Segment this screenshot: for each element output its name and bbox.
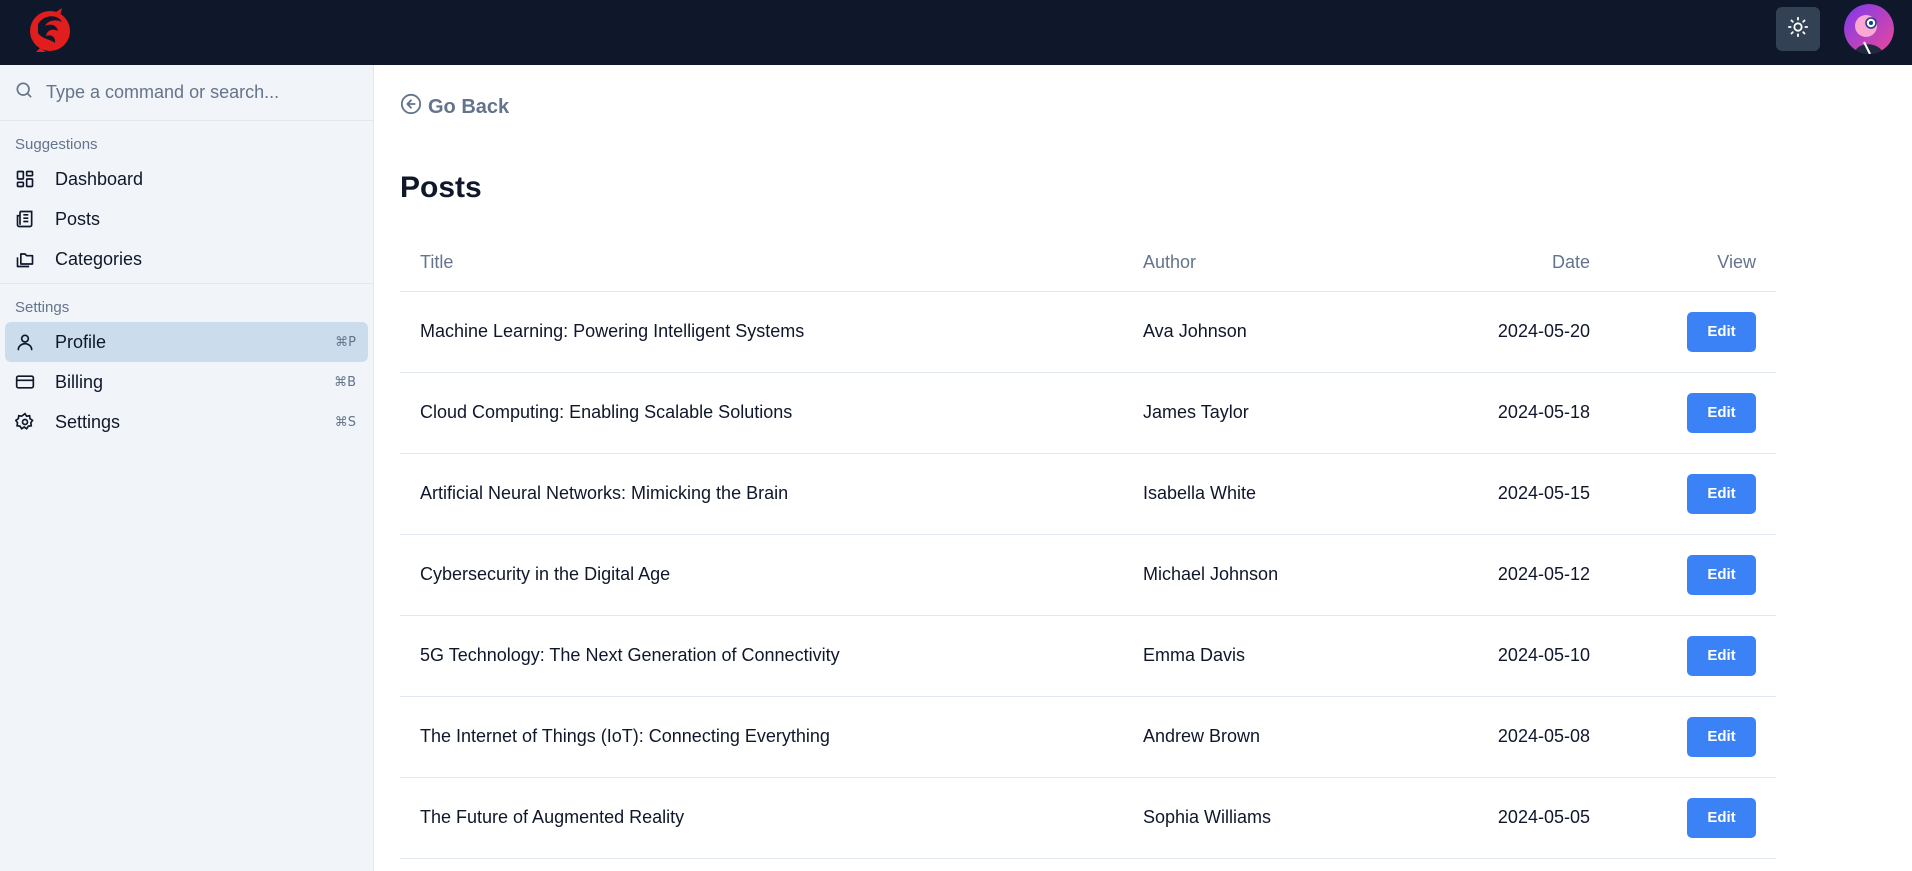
post-title-cell: Cloud Computing: Enabling Scalable Solut… <box>400 372 1123 454</box>
search-bar <box>0 65 373 121</box>
post-date-cell: 2024-05-08 <box>1413 696 1610 778</box>
sidebar-item-label: Settings <box>55 411 121 432</box>
arrow-left-circle-icon <box>400 93 422 121</box>
column-header-author[interactable]: Author <box>1123 234 1413 292</box>
post-date-cell: 2024-05-05 <box>1413 777 1610 859</box>
top-navbar <box>0 0 1912 65</box>
command-sidebar: Suggestions Dashboard Posts <box>0 65 374 871</box>
view-cell: Edit <box>1610 615 1776 697</box>
table-row: Artificial Neural Networks: Mimicking th… <box>400 453 1776 535</box>
view-cell: Edit <box>1610 372 1776 454</box>
sidebar-item-posts[interactable]: Posts <box>5 199 368 239</box>
edit-button[interactable]: Edit <box>1687 635 1756 676</box>
settings-group: Settings Profile ⌘P Billing ⌘B Settings … <box>0 283 373 446</box>
edit-button[interactable]: Edit <box>1687 797 1756 838</box>
table-row: Machine Learning: Powering Intelligent S… <box>400 291 1776 373</box>
page-title: Posts <box>400 171 482 204</box>
table-row: Cloud Computing: Enabling Scalable Solut… <box>400 372 1776 454</box>
go-back-link[interactable]: Go Back <box>400 93 509 121</box>
post-date-cell: 2024-05-10 <box>1413 615 1610 697</box>
edit-button[interactable]: Edit <box>1687 473 1756 514</box>
group-label-settings: Settings <box>15 299 70 316</box>
post-author-cell: Ava Johnson <box>1123 291 1413 373</box>
post-author-cell: Andrew Brown <box>1123 696 1413 778</box>
theme-toggle-button[interactable] <box>1776 7 1820 51</box>
view-cell: Edit <box>1610 696 1776 778</box>
sidebar-item-profile[interactable]: Profile ⌘P <box>5 322 368 362</box>
gear-icon <box>15 412 35 432</box>
sidebar-item-label: Posts <box>55 208 101 229</box>
column-header-view: View <box>1610 234 1776 292</box>
posts-table: Title Author Date View Machine Learning:… <box>400 234 1776 859</box>
newspaper-icon <box>15 209 35 229</box>
shortcut-hint: ⌘B <box>334 374 356 390</box>
user-icon <box>15 332 35 352</box>
view-cell: Edit <box>1610 777 1776 859</box>
post-title-cell: Machine Learning: Powering Intelligent S… <box>400 291 1123 373</box>
sidebar-item-categories[interactable]: Categories <box>5 239 368 279</box>
edit-button[interactable]: Edit <box>1687 311 1756 352</box>
post-title-cell: The Internet of Things (IoT): Connecting… <box>400 696 1123 778</box>
dashboard-icon <box>15 169 35 189</box>
post-date-cell: 2024-05-15 <box>1413 453 1610 535</box>
post-title-cell: 5G Technology: The Next Generation of Co… <box>400 615 1123 697</box>
sidebar-item-label: Categories <box>55 248 143 269</box>
shortcut-hint: ⌘S <box>334 414 356 430</box>
credit-card-icon <box>15 372 35 392</box>
sidebar-item-billing[interactable]: Billing ⌘B <box>5 362 368 402</box>
sun-icon <box>1787 16 1809 43</box>
sidebar-item-label: Dashboard <box>55 168 144 189</box>
column-header-date[interactable]: Date <box>1413 234 1610 292</box>
suggestions-group: Suggestions Dashboard Posts Categories <box>0 121 373 283</box>
view-cell: Edit <box>1610 534 1776 616</box>
post-date-cell: 2024-05-20 <box>1413 291 1610 373</box>
phoenix-logo-icon[interactable] <box>26 6 74 56</box>
sidebar-item-dashboard[interactable]: Dashboard <box>5 159 368 199</box>
main-content: Go Back Posts Title Author Date View Mac… <box>400 65 1912 871</box>
post-author-cell: Isabella White <box>1123 453 1413 535</box>
view-cell: Edit <box>1610 291 1776 373</box>
post-author-cell: Sophia Williams <box>1123 777 1413 859</box>
user-avatar[interactable] <box>1844 4 1894 54</box>
folders-icon <box>15 249 35 269</box>
shortcut-hint: ⌘P <box>335 334 356 350</box>
search-icon <box>14 80 34 105</box>
sidebar-item-label: Billing <box>55 371 104 392</box>
table-row: The Internet of Things (IoT): Connecting… <box>400 696 1776 778</box>
table-row: 5G Technology: The Next Generation of Co… <box>400 615 1776 697</box>
table-row: Cybersecurity in the Digital Age Michael… <box>400 534 1776 616</box>
sidebar-item-settings[interactable]: Settings ⌘S <box>5 402 368 442</box>
edit-button[interactable]: Edit <box>1687 392 1756 433</box>
post-title-cell: Artificial Neural Networks: Mimicking th… <box>400 453 1123 535</box>
table-row: The Future of Augmented Reality Sophia W… <box>400 777 1776 859</box>
post-author-cell: Emma Davis <box>1123 615 1413 697</box>
post-author-cell: Michael Johnson <box>1123 534 1413 616</box>
post-date-cell: 2024-05-18 <box>1413 372 1610 454</box>
command-search-input[interactable] <box>46 82 346 103</box>
edit-button[interactable]: Edit <box>1687 554 1756 595</box>
table-header-row: Title Author Date View <box>400 234 1776 292</box>
post-author-cell: James Taylor <box>1123 372 1413 454</box>
group-label-suggestions: Suggestions <box>15 136 98 153</box>
view-cell: Edit <box>1610 453 1776 535</box>
go-back-label: Go Back <box>428 95 510 118</box>
post-title-cell: Cybersecurity in the Digital Age <box>400 534 1123 616</box>
post-title-cell: The Future of Augmented Reality <box>400 777 1123 859</box>
post-date-cell: 2024-05-12 <box>1413 534 1610 616</box>
sidebar-item-label: Profile <box>55 331 107 352</box>
edit-button[interactable]: Edit <box>1687 716 1756 757</box>
column-header-title[interactable]: Title <box>400 234 1123 292</box>
